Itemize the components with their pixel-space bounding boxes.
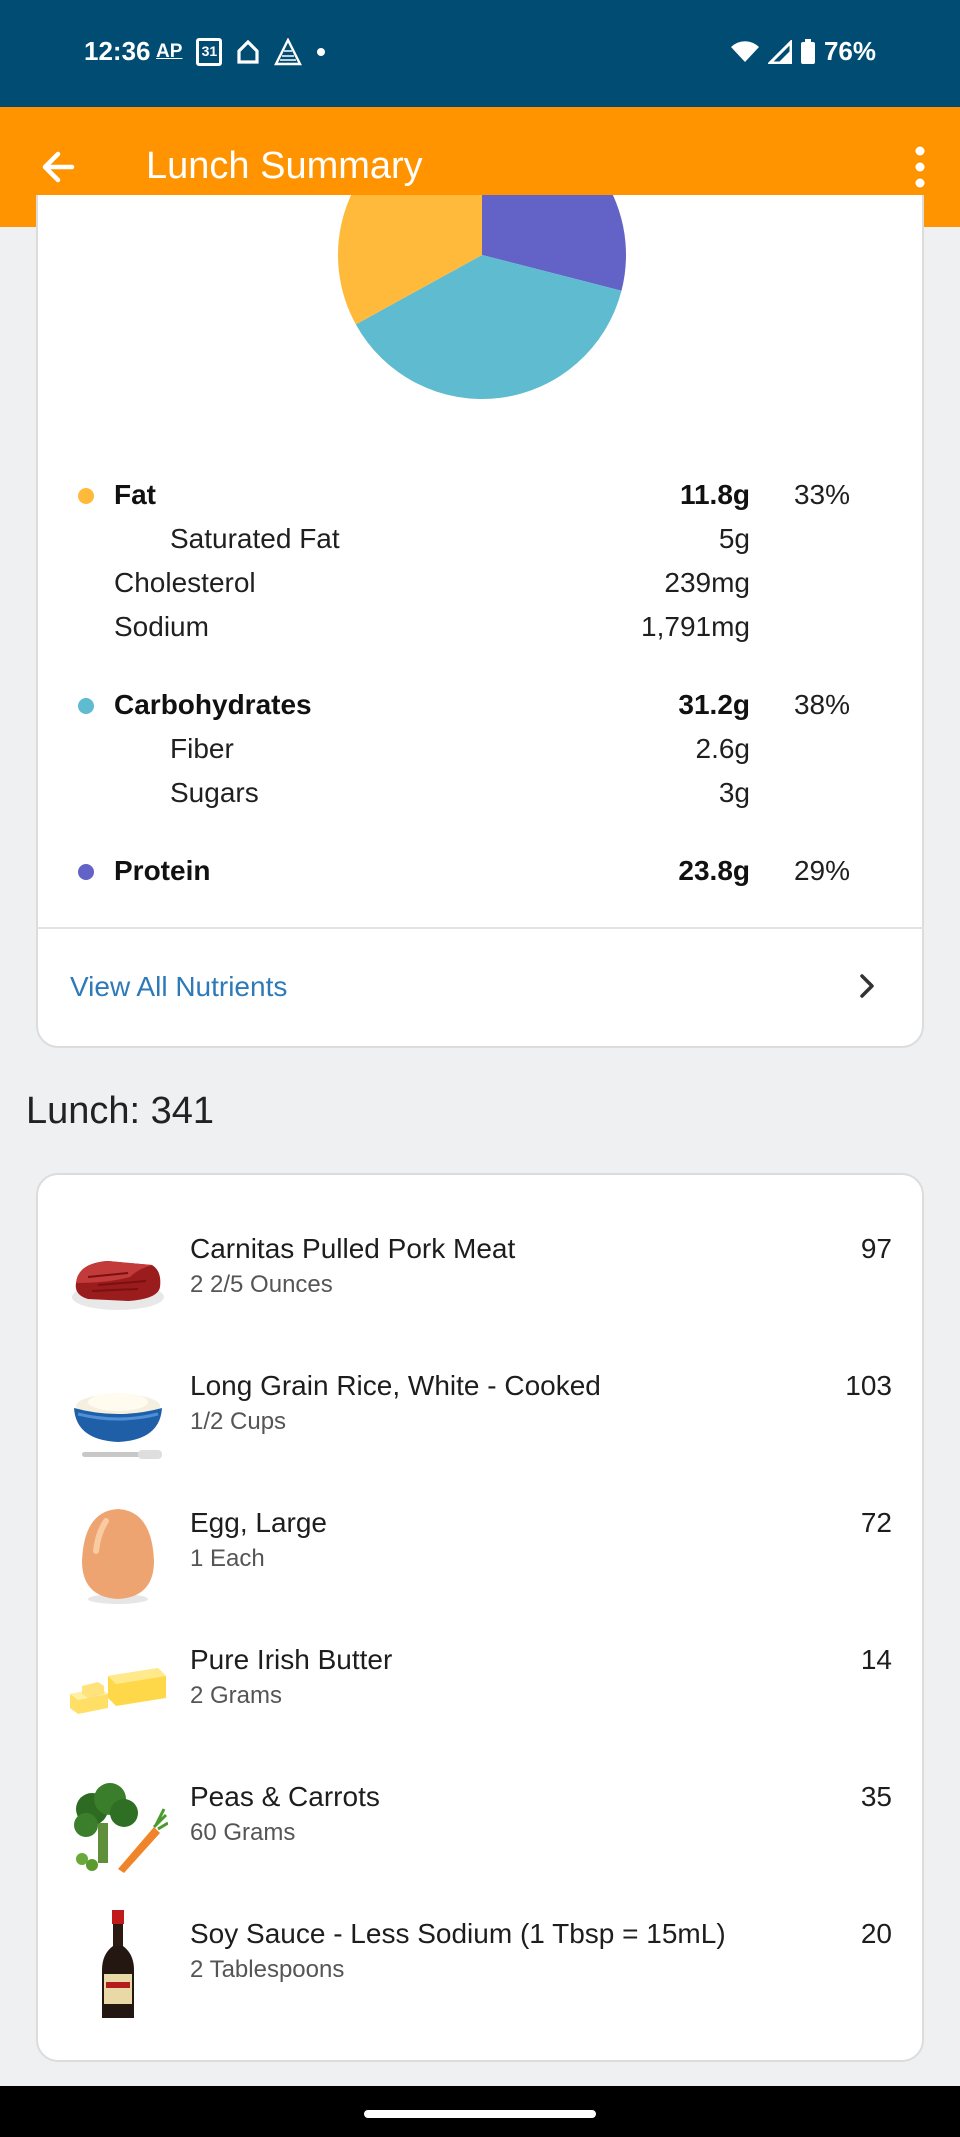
food-name: Pure Irish Butter [190, 1644, 393, 1675]
nutrient-value: 239mg [664, 567, 750, 598]
food-calories: 97 [860, 1233, 892, 1264]
sauce-bottle-icon [102, 1910, 134, 2018]
food-serving: 1/2 Cups [190, 1408, 287, 1435]
food-item[interactable]: Carnitas Pulled Pork Meat 2 2/5 Ounces 9… [38, 1225, 922, 1362]
protein-legend-dot [78, 864, 94, 880]
food-calories: 35 [860, 1781, 892, 1812]
signal-icon [767, 39, 792, 64]
dot-icon [317, 48, 326, 56]
nutrient-label: Sugars [170, 777, 259, 808]
food-item[interactable]: Egg, Large 1 Each 72 [38, 1499, 922, 1636]
rice-bowl-icon [74, 1393, 162, 1459]
nutrient-label: Fat [114, 479, 156, 510]
nutrient-label: Carbohydrates [114, 689, 312, 720]
food-serving: 2 Tablespoons [190, 1956, 345, 1983]
food-serving: 60 Grams [190, 1819, 296, 1846]
food-item[interactable]: Pure Irish Butter 2 Grams 14 [38, 1636, 922, 1773]
nutrient-label: Sodium [114, 611, 209, 642]
nutrient-summary-card: Fat 11.8g 33% Saturated Fat 5g Cholester… [36, 195, 924, 1048]
status-bar: 12:36 AP 31 76% [0, 0, 960, 107]
nutrient-label: Fiber [170, 733, 234, 764]
status-time: 12:36 [84, 36, 151, 66]
battery-icon [800, 38, 815, 64]
nutrient-value: 31.2g [678, 689, 750, 720]
food-name: Peas & Carrots [190, 1781, 380, 1812]
notification-icons: AP 31 [156, 38, 326, 66]
nutrient-value: 11.8g [679, 479, 750, 510]
gesture-nav-bar [0, 2086, 960, 2137]
app-notification-icon [274, 38, 303, 66]
more-options-icon[interactable] [900, 141, 940, 193]
carbs-legend-dot [78, 698, 94, 714]
nutrient-percent: 29% [793, 855, 850, 886]
food-name: Carnitas Pulled Pork Meat [190, 1233, 516, 1264]
nutrient-value: 23.8g [678, 855, 750, 886]
back-arrow-icon[interactable] [32, 141, 84, 193]
calendar-icon: 31 [196, 38, 223, 66]
nutrient-label: Protein [114, 855, 211, 886]
ap-news-icon: AP [156, 41, 183, 62]
nutrient-value: 1,791mg [641, 611, 750, 642]
nutrient-percent: 33% [793, 479, 850, 510]
view-all-nutrients-link[interactable]: View All Nutrients [70, 971, 287, 1003]
battery-percent: 76% [823, 36, 876, 66]
food-calories: 72 [860, 1507, 892, 1538]
meat-icon [72, 1261, 164, 1310]
nutrient-percent: 38% [793, 689, 850, 720]
food-serving: 2 Grams [190, 1682, 283, 1709]
food-name: Long Grain Rice, White - Cooked [190, 1370, 601, 1401]
food-calories: 103 [845, 1370, 892, 1401]
food-name: Egg, Large [190, 1507, 327, 1538]
food-serving: 2 2/5 Ounces [190, 1271, 333, 1298]
nutrient-value: 2.6g [695, 733, 751, 764]
food-item[interactable]: Long Grain Rice, White - Cooked 1/2 Cups… [38, 1362, 922, 1499]
card-divider [38, 927, 924, 929]
home-gesture-handle[interactable] [364, 2110, 596, 2118]
vegetables-icon [74, 1783, 168, 1873]
food-calories: 14 [860, 1644, 892, 1675]
nutrient-label: Cholesterol [114, 567, 256, 598]
food-item[interactable]: Soy Sauce - Less Sodium (1 Tbsp = 15mL) … [38, 1910, 922, 2047]
chevron-right-icon[interactable] [852, 971, 882, 1001]
butter-icon [70, 1668, 166, 1714]
lunch-calories-heading: Lunch: 341 [26, 1090, 215, 1132]
macro-pie-chart [338, 195, 626, 399]
food-name: Soy Sauce - Less Sodium (1 Tbsp = 15mL) [190, 1918, 726, 1949]
fat-legend-dot [78, 488, 94, 504]
food-serving: 1 Each [190, 1545, 265, 1572]
food-calories: 20 [860, 1918, 892, 1949]
food-list-card: Carnitas Pulled Pork Meat 2 2/5 Ounces 9… [36, 1173, 924, 2062]
nutrient-value: 3g [718, 777, 750, 808]
food-item[interactable]: Peas & Carrots 60 Grams 35 [38, 1773, 922, 1910]
nutrient-label: Saturated Fat [170, 523, 340, 554]
wifi-icon [730, 40, 759, 62]
nutrient-value: 5g [718, 523, 750, 554]
page-title: Lunch Summary [146, 145, 423, 187]
home-icon [237, 39, 260, 64]
egg-icon [82, 1509, 154, 1604]
system-status: 76% [730, 36, 876, 67]
